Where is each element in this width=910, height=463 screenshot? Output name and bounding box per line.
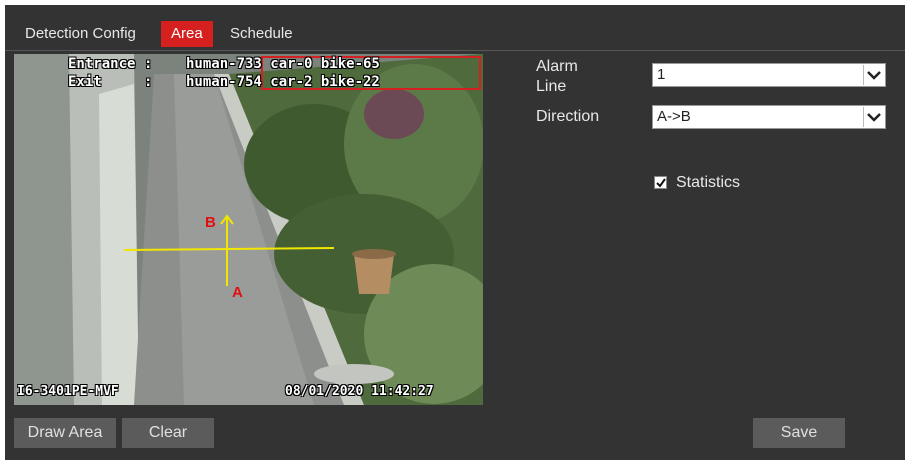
entrance-colon: :	[144, 56, 153, 72]
chevron-down-icon[interactable]	[863, 65, 884, 85]
entrance-label: Entrance	[68, 56, 136, 72]
statistics-checkbox[interactable]	[654, 176, 667, 189]
tab-area[interactable]: Area	[161, 21, 213, 47]
entrance-counts: human-733 car-0 bike-65	[186, 56, 380, 72]
exit-label: Exit	[68, 74, 102, 90]
tab-detection-config[interactable]: Detection Config	[15, 21, 146, 47]
point-b-label: B	[205, 214, 216, 231]
save-button[interactable]: Save	[753, 418, 845, 448]
tab-bar: Detection Config Area Schedule	[5, 5, 905, 51]
alarm-line-select[interactable]: 1	[652, 63, 886, 87]
timestamp-overlay: 08/01/2020 11:42:27	[285, 384, 434, 399]
direction-value: A->B	[657, 108, 691, 125]
exit-colon: :	[144, 74, 153, 90]
chevron-down-icon[interactable]	[863, 107, 884, 127]
checkmark-icon	[656, 178, 666, 188]
alarm-line-value: 1	[657, 66, 666, 83]
camera-scene	[14, 54, 483, 405]
direction-select[interactable]: A->B	[652, 105, 886, 129]
statistics-label: Statistics	[676, 174, 741, 191]
draw-area-button[interactable]: Draw Area	[14, 418, 116, 448]
area-config-panel: Detection Config Area Schedule Entrance …	[5, 5, 905, 460]
exit-counts: human-754 car-2 bike-22	[186, 74, 380, 90]
clear-button[interactable]: Clear	[122, 418, 214, 448]
direction-label: Direction	[536, 108, 600, 125]
point-a-label: A	[232, 284, 243, 301]
alarm-line-label: Alarm Line	[536, 58, 578, 95]
camera-preview[interactable]: Entrance : human-733 car-0 bike-65 Exit …	[14, 54, 483, 405]
camera-name-overlay: I6-3401PE-MVF	[17, 384, 119, 399]
tab-schedule[interactable]: Schedule	[220, 21, 303, 47]
